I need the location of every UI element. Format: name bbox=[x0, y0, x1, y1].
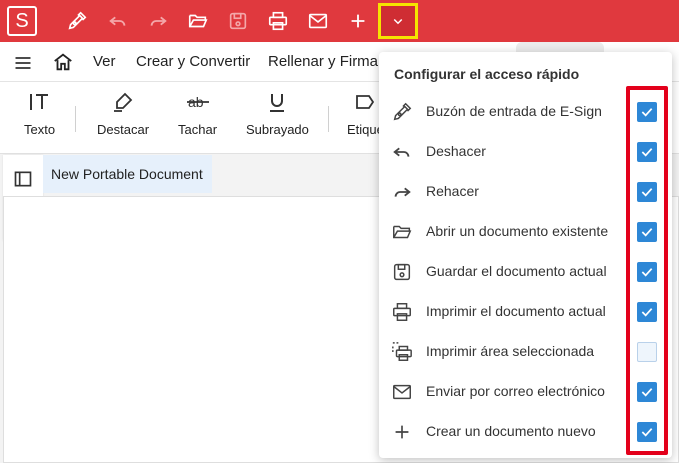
qa-item-label: Guardar el documento actual bbox=[426, 263, 607, 279]
document-tab[interactable]: New Portable Document bbox=[43, 155, 212, 193]
qa-item-label: Rehacer bbox=[426, 183, 479, 199]
print-area-icon bbox=[392, 342, 412, 361]
qa-item-open[interactable]: Abrir un documento existente bbox=[379, 212, 672, 252]
qa-item-label: Crear un documento nuevo bbox=[426, 423, 596, 439]
checkbox[interactable] bbox=[637, 182, 657, 202]
menu-rellenar-firmar[interactable]: Rellenar y Firmar bbox=[268, 53, 383, 70]
panel-title: Configurar el acceso rápido bbox=[394, 66, 580, 82]
highlight-tool-button[interactable]: Destacar bbox=[97, 90, 149, 137]
qa-item-label: Imprimir área seleccionada bbox=[426, 343, 595, 359]
checkbox[interactable] bbox=[637, 342, 657, 362]
home-icon[interactable] bbox=[52, 51, 74, 73]
qa-item-label: Buzón de entrada de E-Sign bbox=[426, 103, 602, 119]
tool-label: Tachar bbox=[178, 122, 218, 137]
hamburger-menu-icon[interactable] bbox=[13, 53, 33, 73]
divider bbox=[328, 106, 329, 132]
folder-open-icon bbox=[393, 225, 412, 239]
qa-item-label: Abrir un documento existente bbox=[426, 223, 609, 239]
app-logo: S bbox=[7, 6, 37, 36]
qa-item-label: Imprimir el documento actual bbox=[426, 303, 606, 319]
print-icon bbox=[393, 303, 411, 321]
menu-crear-convertir[interactable]: Crear y Convertir bbox=[136, 53, 250, 70]
save-icon bbox=[393, 263, 411, 281]
undo-icon[interactable] bbox=[104, 7, 132, 35]
menu-ver[interactable]: Ver bbox=[93, 53, 116, 70]
strikethrough-tool-button[interactable]: ab Tachar bbox=[178, 90, 217, 137]
qa-item-redo[interactable]: Rehacer bbox=[379, 172, 672, 212]
print-icon[interactable] bbox=[264, 7, 292, 35]
underline-tool-button[interactable]: Subrayado bbox=[246, 90, 309, 137]
qa-item-label: Enviar por correo electrónico bbox=[426, 383, 605, 399]
undo-icon bbox=[393, 147, 410, 157]
highlighter-icon bbox=[114, 92, 133, 112]
save-icon[interactable] bbox=[224, 7, 252, 35]
tool-label: Subrayado bbox=[246, 122, 309, 137]
underline-icon bbox=[270, 94, 285, 112]
pen-nib-icon[interactable] bbox=[63, 7, 91, 35]
checkbox[interactable] bbox=[637, 262, 657, 282]
text-tool-icon bbox=[29, 94, 48, 110]
chevron-down-icon bbox=[393, 18, 403, 25]
quick-access-config-panel: Configurar el acceso rápido Buzón de ent… bbox=[379, 52, 672, 458]
redo-icon bbox=[394, 187, 411, 197]
label-icon bbox=[356, 95, 375, 109]
mail-icon bbox=[393, 384, 411, 400]
tool-label: Texto bbox=[24, 122, 56, 137]
folder-open-icon[interactable] bbox=[184, 7, 212, 35]
strikethrough-icon: ab bbox=[186, 94, 209, 110]
qa-item-label: Deshacer bbox=[426, 143, 486, 159]
pen-nib-icon bbox=[393, 102, 412, 121]
checkbox[interactable] bbox=[637, 222, 657, 242]
qa-item-print[interactable]: Imprimir el documento actual bbox=[379, 292, 672, 332]
text-tool-button[interactable]: Texto bbox=[24, 90, 55, 137]
divider bbox=[75, 106, 76, 132]
quick-access-toolbar: S bbox=[0, 0, 679, 42]
customize-quick-access-button[interactable] bbox=[378, 3, 418, 39]
plus-icon bbox=[395, 425, 409, 439]
checkbox[interactable] bbox=[637, 382, 657, 402]
plus-icon[interactable] bbox=[344, 7, 372, 35]
checkbox[interactable] bbox=[637, 302, 657, 322]
checkbox[interactable] bbox=[637, 422, 657, 442]
redo-icon[interactable] bbox=[144, 7, 172, 35]
checkbox[interactable] bbox=[637, 142, 657, 162]
qa-item-esign[interactable]: Buzón de entrada de E-Sign bbox=[379, 92, 672, 132]
qa-item-email[interactable]: Enviar por correo electrónico bbox=[379, 372, 672, 412]
checkbox[interactable] bbox=[637, 102, 657, 122]
tool-label: Destacar bbox=[97, 122, 150, 137]
qa-item-print-area[interactable]: Imprimir área seleccionada bbox=[379, 332, 672, 372]
qa-item-new[interactable]: Crear un documento nuevo bbox=[379, 412, 672, 452]
mail-icon[interactable] bbox=[304, 7, 332, 35]
qa-item-save[interactable]: Guardar el documento actual bbox=[379, 252, 672, 292]
panel-layout-icon[interactable] bbox=[13, 169, 33, 189]
qa-item-undo[interactable]: Deshacer bbox=[379, 132, 672, 172]
